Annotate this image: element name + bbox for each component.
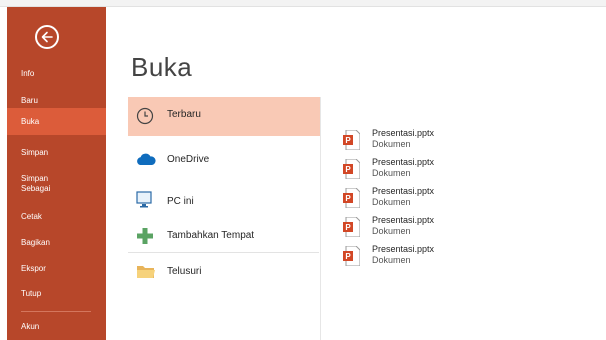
recent-file[interactable]: P Presentasi.pptx Dokumen [343, 215, 503, 243]
location-label: Telusuri [167, 266, 202, 277]
powerpoint-file-icon: P [343, 159, 360, 179]
location-label: PC ini [167, 196, 194, 207]
location-label: Terbaru [167, 109, 201, 120]
plus-icon [137, 228, 153, 244]
nav-label: Baru [21, 96, 38, 105]
file-location: Dokumen [372, 197, 411, 207]
nav-label: Ekspor [21, 264, 46, 273]
nav-label: Tutup [21, 289, 42, 298]
location-onedrive[interactable]: OneDrive [128, 146, 320, 182]
svg-text:P: P [345, 252, 351, 261]
nav-label: Cetak [21, 212, 42, 221]
svg-text:P: P [345, 194, 351, 203]
clock-icon [136, 107, 154, 125]
recent-file[interactable]: P Presentasi.pptx Dokumen [343, 157, 503, 185]
nav-label: Akun [21, 322, 40, 331]
recent-file[interactable]: P Presentasi.pptx Dokumen [343, 186, 503, 214]
nav-label: Simpan [21, 148, 49, 157]
recent-file[interactable]: P Presentasi.pptx Dokumen [343, 128, 503, 156]
file-name: Presentasi.pptx [372, 128, 435, 138]
nav-divider [21, 311, 91, 312]
location-label: OneDrive [167, 154, 210, 165]
nav-label: Bagikan [21, 238, 50, 247]
nav-simpan-sebagai[interactable]: Simpan Sebagai [7, 174, 67, 194]
location-divider [128, 252, 319, 253]
powerpoint-file-icon: P [343, 246, 360, 266]
panel-divider [320, 97, 321, 340]
file-location: Dokumen [372, 168, 411, 178]
nav-tutup[interactable]: Tutup [7, 289, 106, 299]
file-location: Dokumen [372, 139, 411, 149]
nav-cetak[interactable]: Cetak [7, 212, 106, 222]
location-terbaru[interactable]: Terbaru [128, 97, 320, 136]
location-pc-ini[interactable]: PC ini [128, 186, 320, 222]
nav-info[interactable]: Info [7, 69, 106, 79]
backstage-window: Info Baru Buka Simpan Simpan Sebagai Cet… [0, 0, 606, 340]
svg-text:P: P [345, 223, 351, 232]
file-name: Presentasi.pptx [372, 186, 435, 196]
back-arrow-icon [41, 31, 53, 43]
powerpoint-file-icon: P [343, 130, 360, 150]
svg-text:P: P [345, 136, 351, 145]
title-bar [0, 0, 606, 7]
powerpoint-file-icon: P [343, 217, 360, 237]
nav-baru[interactable]: Baru [7, 96, 106, 106]
nav-simpan[interactable]: Simpan [7, 148, 106, 158]
file-name: Presentasi.pptx [372, 244, 435, 254]
file-location: Dokumen [372, 255, 411, 265]
file-location: Dokumen [372, 226, 411, 236]
nav-label: Info [21, 69, 35, 78]
nav-bagikan[interactable]: Bagikan [7, 238, 106, 248]
file-name: Presentasi.pptx [372, 215, 435, 225]
location-label: Tambahkan Tempat [167, 230, 255, 241]
nav-ekspor[interactable]: Ekspor [7, 264, 106, 274]
svg-text:P: P [345, 165, 351, 174]
backstage-sidebar: Info Baru Buka Simpan Simpan Sebagai Cet… [7, 7, 106, 340]
back-button[interactable] [35, 25, 59, 49]
computer-icon [136, 191, 152, 208]
cloud-icon [137, 153, 156, 165]
nav-akun[interactable]: Akun [7, 322, 106, 332]
nav-label: Simpan Sebagai [21, 174, 51, 193]
file-name: Presentasi.pptx [372, 157, 435, 167]
powerpoint-file-icon: P [343, 188, 360, 208]
location-telusuri[interactable]: Telusuri [128, 259, 320, 295]
page-title: Buka [131, 52, 193, 82]
folder-icon [137, 266, 155, 278]
nav-buka[interactable]: Buka [7, 108, 106, 135]
recent-file[interactable]: P Presentasi.pptx Dokumen [343, 244, 503, 272]
nav-label: Buka [21, 117, 40, 126]
